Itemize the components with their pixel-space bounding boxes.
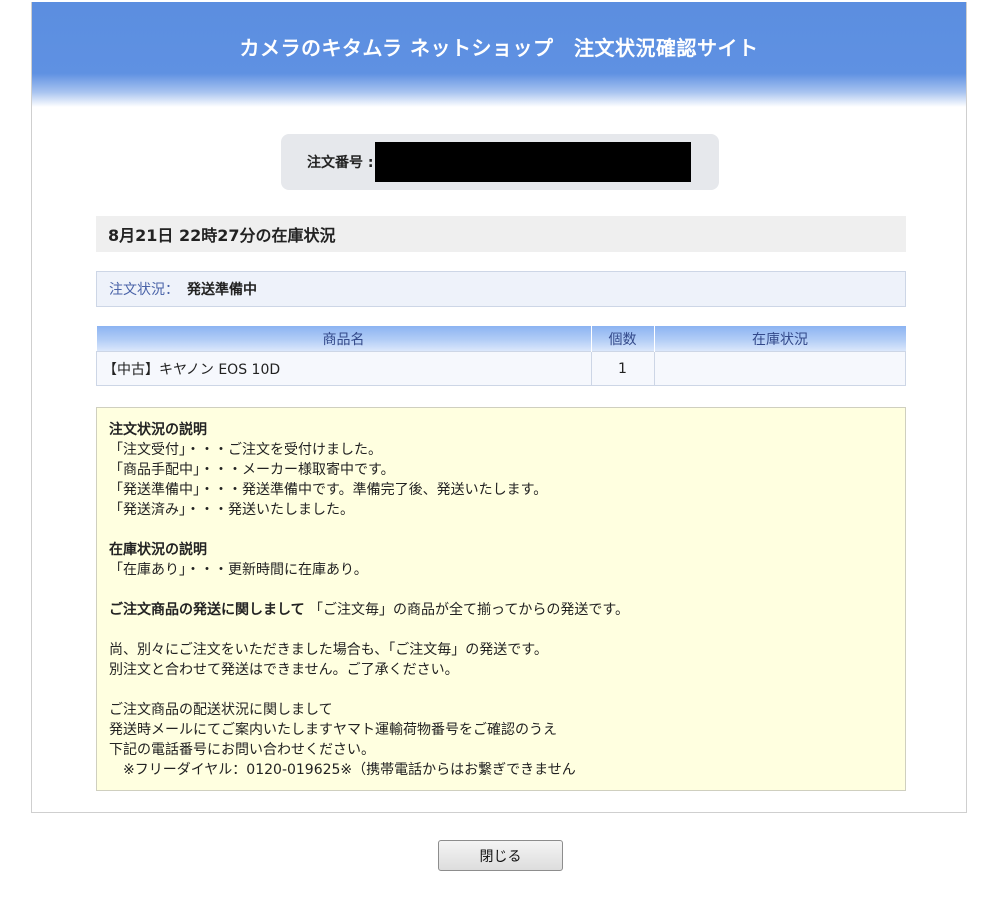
order-status-help-line: 「注文受付」・・・ご注文を受付けました。 [109,442,382,458]
order-status-help-line: 「発送準備中」・・・発送準備中です。準備完了後、発送いたします。 [109,482,548,498]
order-status-help-title: 注文状況の説明 [109,422,207,438]
page-frame: カメラのキタムラ ネットショップ 注文状況確認サイト 注文番号 : 8月21日 … [31,2,967,813]
cell-product-name: 【中古】キヤノン EOS 10D [96,351,592,386]
order-status-box: 注文状況： 発送準備中 [96,271,906,307]
stock-time-heading: 8月21日 22時27分の在庫状況 [96,216,906,252]
close-button[interactable]: 閉じる [438,840,563,871]
header-quantity: 個数 [591,326,655,352]
site-title: カメラのキタムラ ネットショップ 注文状況確認サイト [239,36,759,60]
table-row: 【中古】キヤノン EOS 10D 1 [96,351,906,386]
free-dial-line: ※フリーダイヤル：0120-019625※（携帯電話からはお繋ぎできません [109,762,576,778]
items-table-header-row: 商品名 個数 在庫状況 [96,326,906,352]
header-stock-status: 在庫状況 [654,326,906,352]
order-status-help-line: 「発送済み」・・・発送いたしました。 [109,502,354,518]
shipping-note-text: 「ご注文毎」の商品が全て揃ってからの発送です。 [304,602,629,618]
order-number-box: 注文番号 : [281,134,719,190]
shipping-note: ご注文商品の発送に関しまして 「ご注文毎」の商品が全て揃ってからの発送です。 [109,600,893,620]
cell-stock-status [653,351,906,386]
order-status-value: 発送準備中 [187,282,257,298]
cell-quantity: 1 [590,351,655,386]
stock-status-help-line: 「在庫あり」・・・更新時間に在庫あり。 [109,562,368,578]
stock-status-help-title: 在庫状況の説明 [109,542,207,558]
order-status-label: 注文状況： [109,282,179,298]
order-number-redacted [375,142,692,182]
separate-order-line: 尚、別々にご注文をいただきました場合も、「ご注文毎」の発送です。 [109,642,548,658]
shipping-note-title: ご注文商品の発送に関しまして [109,602,305,618]
delivery-line: 発送時メールにてご案内いたしますヤマト運輸荷物番号をご確認のうえ [109,722,557,738]
separate-order-line: 別注文と合わせて発送はできません。ご了承ください。 [109,662,459,678]
delivery-line: ご注文商品の配送状況に関しまして [109,702,333,718]
delivery-line: 下記の電話番号にお問い合わせください。 [109,742,375,758]
order-number-label: 注文番号 : [307,155,374,171]
notes-box: 注文状況の説明 「注文受付」・・・ご注文を受付けました。 「商品手配中」・・・メ… [96,407,906,791]
header-banner: カメラのキタムラ ネットショップ 注文状況確認サイト [32,2,966,107]
order-status-help-line: 「商品手配中」・・・メーカー様取寄中です。 [109,462,395,478]
items-table: 商品名 個数 在庫状況 【中古】キヤノン EOS 10D 1 [96,326,906,386]
header-product-name: 商品名 [96,326,592,352]
